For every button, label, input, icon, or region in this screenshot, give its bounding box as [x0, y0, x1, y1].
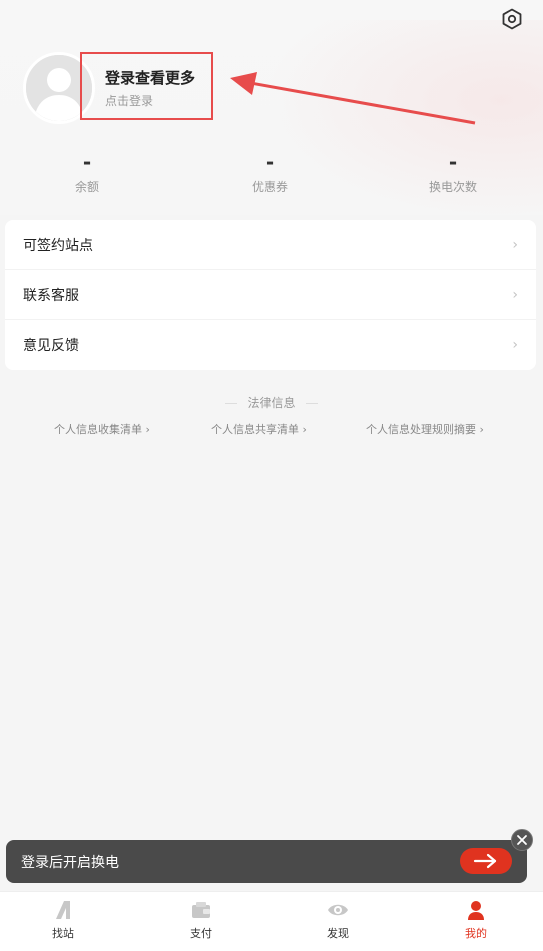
legal-section-title: 法律信息 [0, 394, 543, 411]
arrow-right-icon [473, 853, 497, 869]
menu-item-label: 可签约站点 [23, 237, 93, 254]
menu-item-label: 联系客服 [23, 287, 79, 304]
station-icon [23, 898, 103, 922]
legal-link-sharing-list[interactable]: 个人信息共享清单 › [211, 421, 307, 437]
chevron-right-icon: › [512, 337, 518, 353]
chevron-right-icon: › [512, 286, 518, 303]
tab-label: 支付 [190, 927, 212, 940]
stat-label: 余额 [74, 180, 99, 194]
login-prompt-banner[interactable]: 登录后开启换电 [6, 840, 527, 883]
legal-link-collection-list[interactable]: 个人信息收集清单 › [54, 421, 150, 437]
banner-go-button[interactable] [460, 848, 512, 874]
user-icon [436, 898, 516, 922]
stat-label: 优惠券 [251, 180, 288, 194]
chevron-right-icon: › [512, 236, 518, 253]
settings-icon[interactable] [501, 8, 523, 30]
annotation-arrow-icon [230, 72, 476, 125]
menu-list: 可签约站点 › 联系客服 › 意见反馈 › [5, 220, 536, 370]
stat-value: - [448, 150, 458, 174]
tab-label: 找站 [52, 927, 74, 940]
tab-label: 发现 [327, 927, 349, 940]
tab-payment[interactable]: 支付 [161, 898, 241, 941]
close-icon[interactable] [511, 829, 533, 851]
stat-balance[interactable]: - 余额 [27, 150, 147, 195]
eye-icon [298, 898, 378, 922]
stat-value: - [265, 150, 275, 174]
stat-swap-count[interactable]: - 换电次数 [393, 150, 513, 195]
tab-find-station[interactable]: 找站 [23, 898, 103, 941]
annotation-highlight-box [80, 52, 213, 120]
stat-value: - [82, 150, 92, 174]
menu-item-feedback[interactable]: 意见反馈 › [5, 320, 536, 370]
stat-coupons[interactable]: - 优惠券 [210, 150, 330, 195]
wallet-icon [161, 898, 241, 922]
tab-discover[interactable]: 发现 [298, 898, 378, 941]
stat-label: 换电次数 [428, 180, 477, 194]
bottom-tab-bar: 找站 支付 发现 我的 [0, 891, 543, 951]
tab-label: 我的 [465, 927, 487, 940]
menu-item-customer-service[interactable]: 联系客服 › [5, 270, 536, 320]
legal-link-processing-rules[interactable]: 个人信息处理规则摘要 › [366, 421, 484, 437]
menu-item-label: 意见反馈 [23, 338, 79, 354]
banner-text: 登录后开启换电 [21, 854, 119, 871]
tab-mine[interactable]: 我的 [436, 898, 516, 941]
menu-item-signable-stations[interactable]: 可签约站点 › [5, 220, 536, 270]
